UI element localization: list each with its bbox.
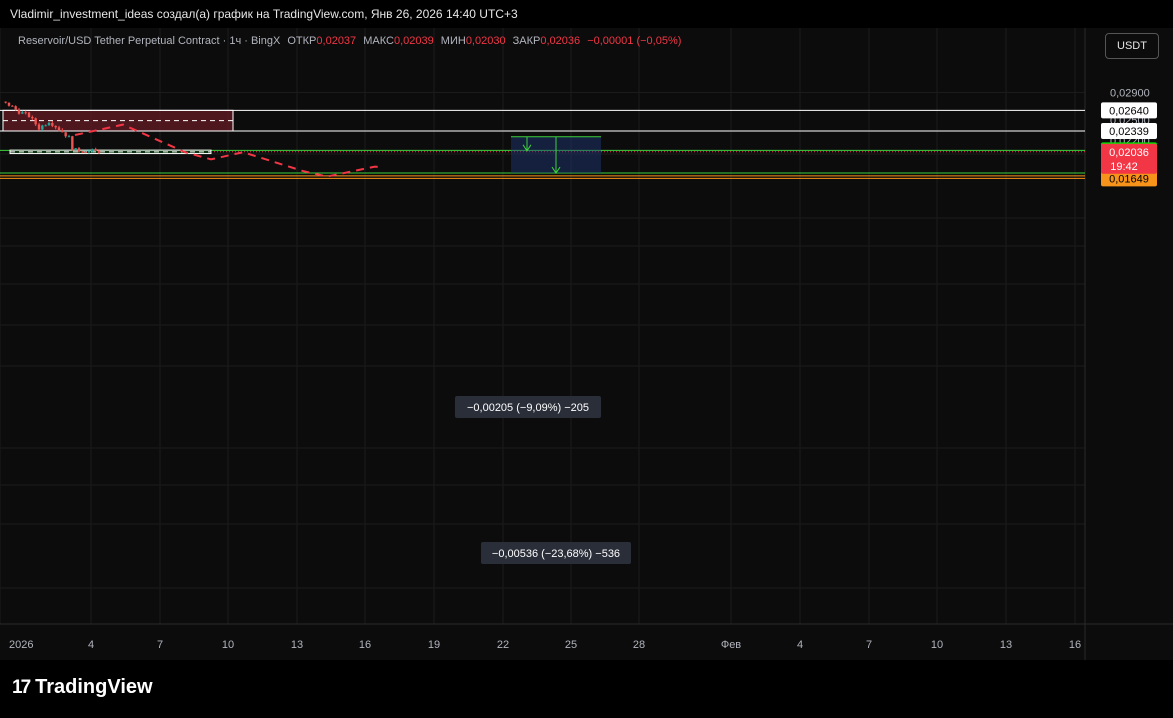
time-tick-label: 4 <box>797 639 803 651</box>
current-price-label: 0,02036 <box>1109 147 1149 159</box>
candle-body <box>64 132 67 137</box>
time-tick-label: 19 <box>428 639 440 651</box>
candle-body <box>37 124 41 130</box>
time-tick-label: 28 <box>633 639 645 651</box>
candle-body <box>91 149 94 151</box>
candle-body <box>71 136 74 151</box>
symbol-name[interactable]: Reservoir/USD Tether Perpetual Contract … <box>18 35 280 47</box>
resistance-zone[interactable] <box>2 109 234 132</box>
candle-body <box>67 136 71 138</box>
close-value: 0,02036 <box>540 35 581 47</box>
time-tick-label: 16 <box>359 639 371 651</box>
footer <box>0 660 1173 718</box>
candle-body <box>61 129 64 133</box>
price-label: 0,01649 <box>1109 173 1149 185</box>
candle-body <box>27 112 31 117</box>
candle-body <box>51 122 54 126</box>
candle-body <box>54 125 57 128</box>
candle-body <box>57 127 61 130</box>
candle-body <box>84 152 87 154</box>
chart-panel[interactable]: −0,00205 (−9,09%) −205 −0,00536 (−23,68%)… <box>0 28 1173 660</box>
candle-body <box>11 105 14 107</box>
close-label: ЗАКР <box>512 35 541 47</box>
low-value: 0,02030 <box>465 35 506 47</box>
candle-body <box>74 148 77 151</box>
candle-body <box>87 150 91 153</box>
time-tick-label: 10 <box>931 639 943 651</box>
time-tick-label: 7 <box>157 639 163 651</box>
price-label: 0,02640 <box>1109 105 1149 117</box>
time-tick-label: 7 <box>866 639 872 651</box>
time-tick-label: 22 <box>497 639 509 651</box>
candle-body <box>7 102 11 106</box>
tradingview-logo[interactable]: 17 TradingView <box>12 676 153 699</box>
candle-body <box>17 109 21 114</box>
time-tick-label: 13 <box>291 639 303 651</box>
price-chart[interactable]: −0,00205 (−9,09%) −205 −0,00536 (−23,68%)… <box>0 28 1173 660</box>
candle-body <box>4 101 7 103</box>
tv-logo-icon: 17 <box>12 676 31 698</box>
candle-body <box>94 149 97 151</box>
price-label: 0,02339 <box>1109 126 1149 138</box>
candle-body <box>24 112 27 114</box>
countdown-label: 19:42 <box>1110 161 1138 173</box>
candle-body <box>47 122 51 126</box>
candle-body <box>21 112 24 114</box>
candle-body <box>14 106 17 110</box>
high-value: 0,02039 <box>393 35 434 47</box>
time-tick-label: Фев <box>721 639 741 651</box>
candle-body <box>41 125 44 130</box>
candle-body <box>77 148 81 152</box>
low-label: МИН <box>440 35 466 47</box>
time-tick-label: 13 <box>1000 639 1012 651</box>
candle-body <box>31 116 34 119</box>
price-tick-label: 0,02900 <box>1110 88 1150 100</box>
candle-body <box>44 125 47 127</box>
time-tick-label: 2026 <box>9 639 33 651</box>
tv-logo-text: TradingView <box>35 676 153 698</box>
candle-body <box>97 150 101 153</box>
candle-body <box>81 151 84 153</box>
time-tick-label: 16 <box>1069 639 1081 651</box>
change-value: −0,00001 (−0,05%) <box>587 35 682 47</box>
open-value: 0,02037 <box>316 35 357 47</box>
measure-label-2: −0,00536 (−23,68%) −536 <box>492 548 620 560</box>
currency-button[interactable]: USDT <box>1105 33 1159 59</box>
time-tick-label: 25 <box>565 639 577 651</box>
symbol-legend: Reservoir/USD Tether Perpetual Contract … <box>18 35 681 47</box>
time-tick-label: 10 <box>222 639 234 651</box>
time-tick-label: 4 <box>88 639 94 651</box>
high-label: МАКС <box>363 35 394 47</box>
chart-header-title: Vladimir_investment_ideas создал(а) граф… <box>10 7 518 21</box>
measure-label-1: −0,00205 (−9,09%) −205 <box>467 402 589 414</box>
open-label: ОТКР <box>287 35 317 47</box>
candle-body <box>34 118 37 125</box>
